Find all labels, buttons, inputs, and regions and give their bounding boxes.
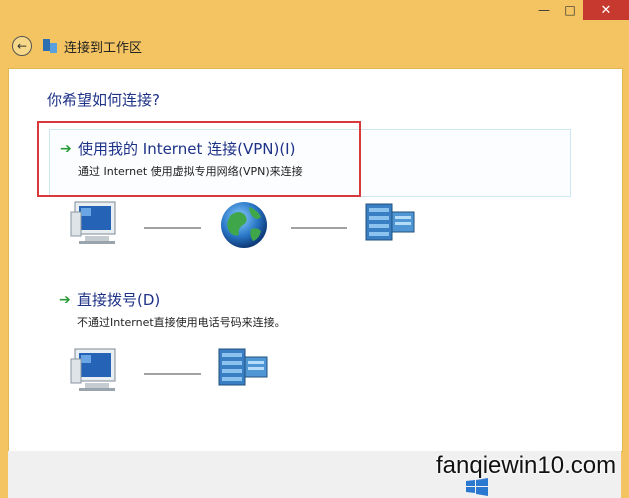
server-icon	[218, 348, 268, 386]
globe-icon	[221, 202, 267, 248]
back-arrow-icon: ←	[16, 39, 28, 53]
dial-up-option-description: 不通过Internet直接使用电话号码来连接。	[77, 316, 286, 329]
computer-icon	[70, 201, 116, 244]
windows-logo-icon	[466, 478, 488, 496]
maximize-button[interactable]: □	[557, 0, 583, 20]
title-bar-controls: — □ ✕	[531, 0, 629, 22]
dial-up-option-title: 直接拨号(D)	[77, 291, 161, 309]
content-panel: 你希望如何连接? ➔ 使用我的 Internet 连接(VPN)(I) 通过 I…	[8, 68, 623, 452]
connection-diagrams	[70, 201, 415, 391]
minimize-button[interactable]: —	[531, 0, 557, 20]
server-icon	[365, 203, 415, 241]
connect-workplace-window: — □ ✕ ← 连接到工作区 你希望如何连接? ➔ 使用我的 Internet …	[0, 0, 629, 498]
page-title: 连接到工作区	[64, 40, 143, 56]
close-button[interactable]: ✕	[583, 0, 629, 20]
computer-icon	[70, 348, 116, 391]
green-arrow-icon: ➔	[59, 291, 71, 308]
dial-up-option[interactable]: ➔ 直接拨号(D) 不通过Internet直接使用电话号码来连接。	[49, 281, 571, 329]
watermark-text: fanqiewin10.com	[436, 452, 617, 479]
nav-bar: ← 连接到工作区	[12, 32, 142, 60]
back-button[interactable]: ←	[12, 36, 32, 56]
network-folder-icon	[42, 37, 58, 55]
